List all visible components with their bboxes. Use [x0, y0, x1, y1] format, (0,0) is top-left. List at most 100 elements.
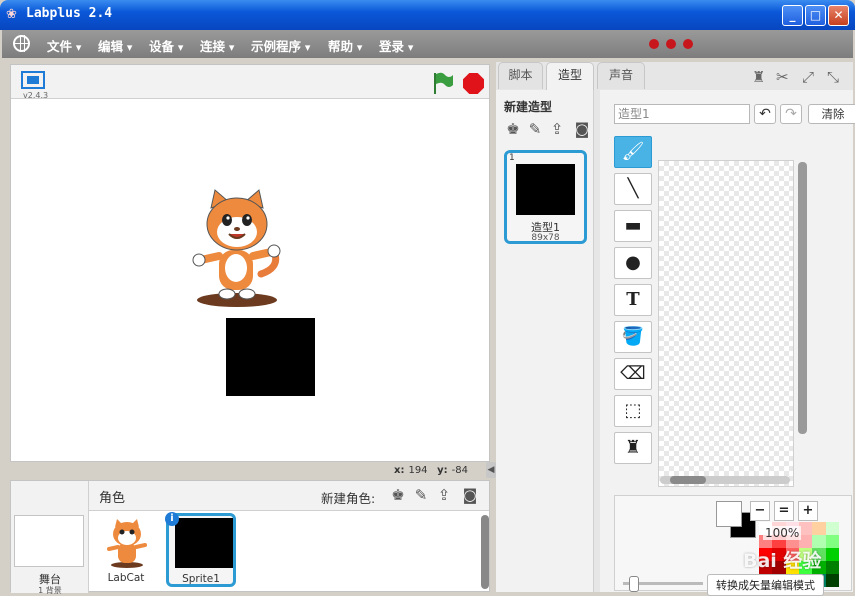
labcat-thumbnail — [107, 519, 147, 568]
status-dot — [666, 39, 676, 49]
vector-mode-button[interactable]: 转换成矢量编辑模式 — [707, 574, 824, 596]
color-swatch[interactable] — [825, 522, 839, 535]
grow-icon[interactable]: ⤢ — [802, 68, 814, 86]
clear-button[interactable]: 清除 — [808, 104, 855, 124]
shrink-icon[interactable]: ⤡ — [827, 68, 839, 86]
sprite-label: LabCat — [107, 572, 145, 584]
costume-size: 89x78 — [531, 233, 560, 243]
menu-examples[interactable]: 示例程序 — [251, 36, 310, 55]
redo-button[interactable]: ↷ — [780, 104, 802, 124]
menu-bar: 文件 编辑 设备 连接 示例程序 帮助 登录 — [2, 30, 853, 58]
camera-costume-icon[interactable]: ◙ — [573, 120, 591, 138]
color-swatch[interactable] — [825, 548, 839, 561]
costume-thumbnail — [516, 164, 575, 215]
sprite-panel: 舞台 1 背景 角色 新建角色: ♚ ✎ ⇪ ◙ LabCat i Sprite… — [10, 480, 490, 595]
collapse-stage-icon[interactable]: ◀ — [486, 462, 496, 478]
version-label: v2.4.3 — [23, 91, 49, 100]
new-costume-label: 新建造型 — [504, 100, 553, 114]
sprite1-on-stage[interactable] — [226, 318, 315, 396]
menu-login[interactable]: 登录 — [379, 36, 413, 55]
status-dot — [649, 39, 659, 49]
window-title: Labplus 2.4 — [26, 6, 113, 21]
stamp-duplicate-icon[interactable]: ♜ — [752, 68, 765, 86]
menu-connect[interactable]: 连接 — [200, 36, 234, 55]
watermark: Bai 经验 — [743, 550, 822, 572]
fullscreen-icon[interactable] — [21, 71, 45, 89]
close-button[interactable]: ✕ — [828, 5, 849, 26]
tab-sounds[interactable]: 声音 — [597, 62, 645, 89]
menu-help[interactable]: 帮助 — [328, 36, 362, 55]
sprite-item-labcat[interactable]: LabCat — [91, 513, 161, 587]
tab-costumes[interactable]: 造型 — [546, 62, 594, 90]
canvas-horizontal-scrollbar[interactable] — [660, 476, 790, 484]
stage-selector[interactable]: 舞台 1 背景 — [11, 481, 89, 595]
canvas-vertical-scrollbar[interactable] — [798, 162, 807, 434]
editor-area: 脚本 造型 声音 ♜ ✂ ⤢ ⤡ 新建造型 ♚ ✎ ⇪ ◙ 1 造型1 89x7… — [496, 62, 855, 596]
y-value: -84 — [451, 465, 468, 476]
palette-area: − = + 100% Bai 经验 转换成矢量编辑模式 — [614, 495, 852, 596]
x-value: 194 — [408, 465, 428, 476]
sprite-label: Sprite1 — [182, 573, 220, 585]
status-dot — [683, 39, 693, 49]
sprite-library-icon[interactable]: ♚ — [389, 486, 407, 504]
zoom-level: 100% — [763, 526, 802, 540]
select-tool[interactable]: ⬚ — [614, 395, 652, 427]
ellipse-tool[interactable]: ● — [614, 247, 652, 279]
mouse-coordinates: x: 194 y: -84 — [394, 465, 468, 476]
maximize-button[interactable]: □ — [805, 5, 826, 26]
costume-number: 1 — [509, 153, 515, 163]
stage-toolbar: v2.4.3 — [11, 65, 489, 100]
costume-library-icon[interactable]: ♚ — [504, 120, 522, 138]
color-swatch[interactable] — [825, 574, 839, 587]
new-sprite-label: 新建角色: — [321, 491, 376, 506]
color-swatch[interactable] — [812, 522, 826, 535]
upload-costume-icon[interactable]: ⇪ — [548, 120, 566, 138]
zoom-in-button[interactable]: + — [798, 501, 818, 521]
stage-thumbnail[interactable] — [14, 515, 84, 567]
stage-backdrop-count: 1 背景 — [38, 586, 62, 595]
stage-canvas[interactable] — [11, 100, 489, 461]
menu-edit[interactable]: 编辑 — [98, 36, 132, 55]
tab-scripts[interactable]: 脚本 — [498, 62, 543, 89]
minimize-button[interactable]: _ — [782, 5, 803, 26]
primary-color-swatch[interactable] — [716, 501, 742, 527]
paint-canvas[interactable] — [658, 160, 794, 487]
menu-device[interactable]: 设备 — [149, 36, 183, 55]
cut-delete-icon[interactable]: ✂ — [776, 68, 789, 86]
line-tool[interactable]: ╲ — [614, 173, 652, 205]
menu-file[interactable]: 文件 — [47, 36, 81, 55]
text-tool[interactable]: T — [614, 284, 652, 316]
zoom-reset-button[interactable]: = — [774, 501, 794, 521]
costume-list: 新建造型 ♚ ✎ ⇪ ◙ 1 造型1 89x78 — [496, 90, 594, 592]
paint-costume-icon[interactable]: ✎ — [526, 120, 544, 138]
color-swatch[interactable] — [825, 535, 839, 548]
stamp-tool[interactable]: ♜ — [614, 432, 652, 464]
costume-name-input[interactable]: 造型1 — [614, 104, 750, 124]
eraser-tool[interactable]: ⌫ — [614, 358, 652, 390]
costume-item[interactable]: 1 造型1 89x78 — [504, 150, 587, 244]
rectangle-tool[interactable]: ▬ — [614, 210, 652, 242]
green-flag-icon[interactable] — [432, 71, 454, 95]
stage-panel: v2.4.3 — [10, 64, 490, 462]
upload-sprite-icon[interactable]: ⇪ — [435, 486, 453, 504]
fill-tool[interactable]: 🪣 — [614, 321, 652, 353]
undo-button[interactable]: ↶ — [754, 104, 776, 124]
language-globe-icon[interactable] — [13, 35, 30, 52]
paint-editor: 造型1 ↶ ↷ 清除 🖌 ╲ ▬ ● T 🪣 ⌫ ⬚ ♜ − = + 100% … — [600, 90, 855, 596]
brush-size-slider[interactable] — [623, 576, 703, 592]
sprite-item-sprite1[interactable]: i Sprite1 — [165, 512, 236, 587]
camera-sprite-icon[interactable]: ◙ — [461, 486, 479, 504]
y-label: y: — [437, 465, 448, 476]
sprite-list-scrollbar[interactable] — [481, 515, 489, 589]
app-icon: ❀ — [6, 7, 17, 22]
sprites-title: 角色 — [99, 491, 126, 506]
color-swatch[interactable] — [825, 561, 839, 574]
sprite1-thumbnail — [175, 518, 233, 568]
paint-sprite-icon[interactable]: ✎ — [412, 486, 430, 504]
zoom-out-button[interactable]: − — [750, 501, 770, 521]
x-label: x: — [394, 465, 405, 476]
labcat-sprite[interactable] — [187, 188, 287, 308]
brush-tool[interactable]: 🖌 — [614, 136, 652, 168]
stop-icon[interactable] — [463, 73, 484, 94]
info-icon[interactable]: i — [165, 512, 179, 526]
